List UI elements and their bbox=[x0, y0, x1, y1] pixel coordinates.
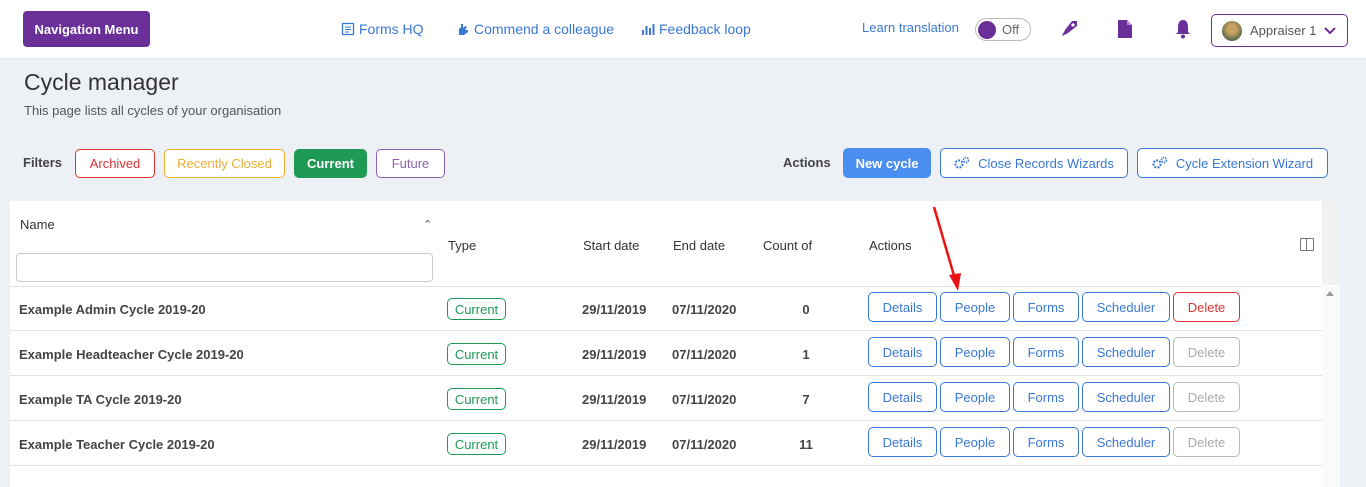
sort-caret-up-icon[interactable]: ⌃ bbox=[423, 218, 432, 231]
count: 7 bbox=[802, 392, 810, 407]
start-date: 29/11/2019 bbox=[582, 437, 647, 452]
row-divider bbox=[10, 330, 1322, 331]
bell-icon[interactable] bbox=[1171, 17, 1195, 41]
header-scrollbar bbox=[1322, 201, 1340, 285]
scheduler-button[interactable]: Scheduler bbox=[1082, 292, 1170, 322]
cycle-name: Example Admin Cycle 2019-20 bbox=[19, 302, 206, 317]
delete-button-disabled: Delete bbox=[1173, 427, 1240, 457]
column-header-end-date: End date bbox=[673, 238, 726, 253]
user-menu-button[interactable]: Appraiser 1 bbox=[1211, 14, 1348, 47]
count: 11 bbox=[799, 437, 813, 452]
end-date: 07/11/2020 bbox=[672, 437, 737, 452]
row-divider bbox=[10, 465, 1322, 466]
learn-translation-label: Learn translation bbox=[862, 20, 959, 35]
top-bar: Navigation Menu Forms HQ Commend a colle… bbox=[0, 0, 1366, 59]
rocket-icon[interactable] bbox=[1057, 17, 1081, 41]
scheduler-button[interactable]: Scheduler bbox=[1082, 337, 1170, 367]
delete-button[interactable]: Delete bbox=[1173, 292, 1240, 322]
forms-button[interactable]: Forms bbox=[1013, 292, 1079, 322]
chevron-down-icon bbox=[1324, 26, 1337, 34]
count: 1 bbox=[802, 347, 810, 362]
commend-colleague-label: Commend a colleague bbox=[474, 21, 615, 37]
close-records-wizard-label: Close Records Wizards bbox=[978, 155, 1114, 171]
filter-current[interactable]: Current bbox=[294, 149, 367, 178]
start-date: 29/11/2019 bbox=[582, 347, 647, 362]
people-button[interactable]: People bbox=[940, 427, 1010, 457]
cycle-extension-wizard-label: Cycle Extension Wizard bbox=[1175, 155, 1314, 171]
row-divider bbox=[10, 375, 1322, 376]
feedback-loop-label: Feedback loop bbox=[659, 21, 751, 37]
filter-archived[interactable]: Archived bbox=[75, 149, 155, 178]
table-scrollbar[interactable] bbox=[1322, 286, 1340, 487]
bar-chart-icon bbox=[642, 24, 655, 35]
column-header-start-date: Start date bbox=[583, 238, 640, 253]
people-button[interactable]: People bbox=[940, 337, 1010, 367]
count: 0 bbox=[802, 302, 810, 317]
annotation-arrow-icon bbox=[932, 206, 961, 291]
forms-button[interactable]: Forms bbox=[1013, 337, 1079, 367]
filters-label: Filters bbox=[23, 155, 63, 170]
people-button[interactable]: People bbox=[940, 382, 1010, 412]
forms-button[interactable]: Forms bbox=[1013, 427, 1079, 457]
end-date: 07/11/2020 bbox=[672, 302, 737, 317]
forms-button[interactable]: Forms bbox=[1013, 382, 1079, 412]
column-header-name[interactable]: Name bbox=[20, 217, 55, 232]
user-name: Appraiser 1 bbox=[1250, 23, 1317, 38]
filter-future[interactable]: Future bbox=[376, 149, 445, 178]
delete-button-disabled: Delete bbox=[1173, 382, 1240, 412]
cycle-name: Example Teacher Cycle 2019-20 bbox=[19, 437, 215, 452]
commend-colleague-link[interactable]: Commend a colleague bbox=[456, 20, 614, 38]
column-header-type: Type bbox=[448, 238, 477, 253]
row-divider bbox=[10, 420, 1322, 421]
scheduler-button[interactable]: Scheduler bbox=[1082, 427, 1170, 457]
forms-icon bbox=[341, 22, 355, 36]
row-divider bbox=[10, 286, 1322, 287]
document-icon[interactable] bbox=[1113, 17, 1137, 41]
page-subtitle: This page lists all cycles of your organ… bbox=[24, 103, 282, 118]
column-header-actions: Actions bbox=[869, 238, 912, 253]
column-header-count: Count of bbox=[763, 238, 813, 253]
forms-hq-label: Forms HQ bbox=[359, 21, 424, 37]
cycle-name: Example TA Cycle 2019-20 bbox=[19, 392, 182, 407]
page-title: Cycle manager bbox=[24, 69, 179, 95]
scroll-up-arrow-icon[interactable] bbox=[1326, 291, 1334, 296]
details-button[interactable]: Details bbox=[868, 427, 937, 457]
status-badge: Current bbox=[447, 343, 506, 365]
name-filter-input[interactable] bbox=[16, 253, 433, 282]
columns-toggle-icon[interactable] bbox=[1300, 238, 1314, 251]
toggle-knob bbox=[978, 21, 996, 39]
actions-label: Actions bbox=[783, 155, 831, 170]
hand-icon bbox=[459, 24, 468, 35]
translation-toggle[interactable]: Off bbox=[975, 18, 1031, 41]
gears-icon bbox=[1152, 156, 1168, 169]
toggle-state-text: Off bbox=[1002, 22, 1020, 37]
scheduler-button[interactable]: Scheduler bbox=[1082, 382, 1170, 412]
status-badge: Current bbox=[447, 388, 506, 410]
delete-button-disabled: Delete bbox=[1173, 337, 1240, 367]
gears-icon bbox=[954, 156, 970, 169]
details-button[interactable]: Details bbox=[868, 382, 937, 412]
cycle-extension-wizard-button[interactable]: Cycle Extension Wizard bbox=[1137, 148, 1328, 178]
end-date: 07/11/2020 bbox=[672, 392, 737, 407]
navigation-menu-button[interactable]: Navigation Menu bbox=[23, 11, 150, 47]
end-date: 07/11/2020 bbox=[672, 347, 737, 362]
feedback-loop-link[interactable]: Feedback loop bbox=[641, 20, 751, 38]
close-records-wizard-button[interactable]: Close Records Wizards bbox=[940, 148, 1128, 178]
avatar bbox=[1222, 20, 1242, 41]
status-badge: Current bbox=[447, 433, 506, 455]
cycle-name: Example Headteacher Cycle 2019-20 bbox=[19, 347, 244, 362]
status-badge: Current bbox=[447, 298, 506, 320]
forms-hq-link[interactable]: Forms HQ bbox=[341, 20, 424, 38]
details-button[interactable]: Details bbox=[868, 337, 937, 367]
start-date: 29/11/2019 bbox=[582, 302, 647, 317]
new-cycle-button[interactable]: New cycle bbox=[843, 148, 931, 178]
start-date: 29/11/2019 bbox=[582, 392, 647, 407]
filter-recently-closed[interactable]: Recently Closed bbox=[164, 149, 285, 178]
